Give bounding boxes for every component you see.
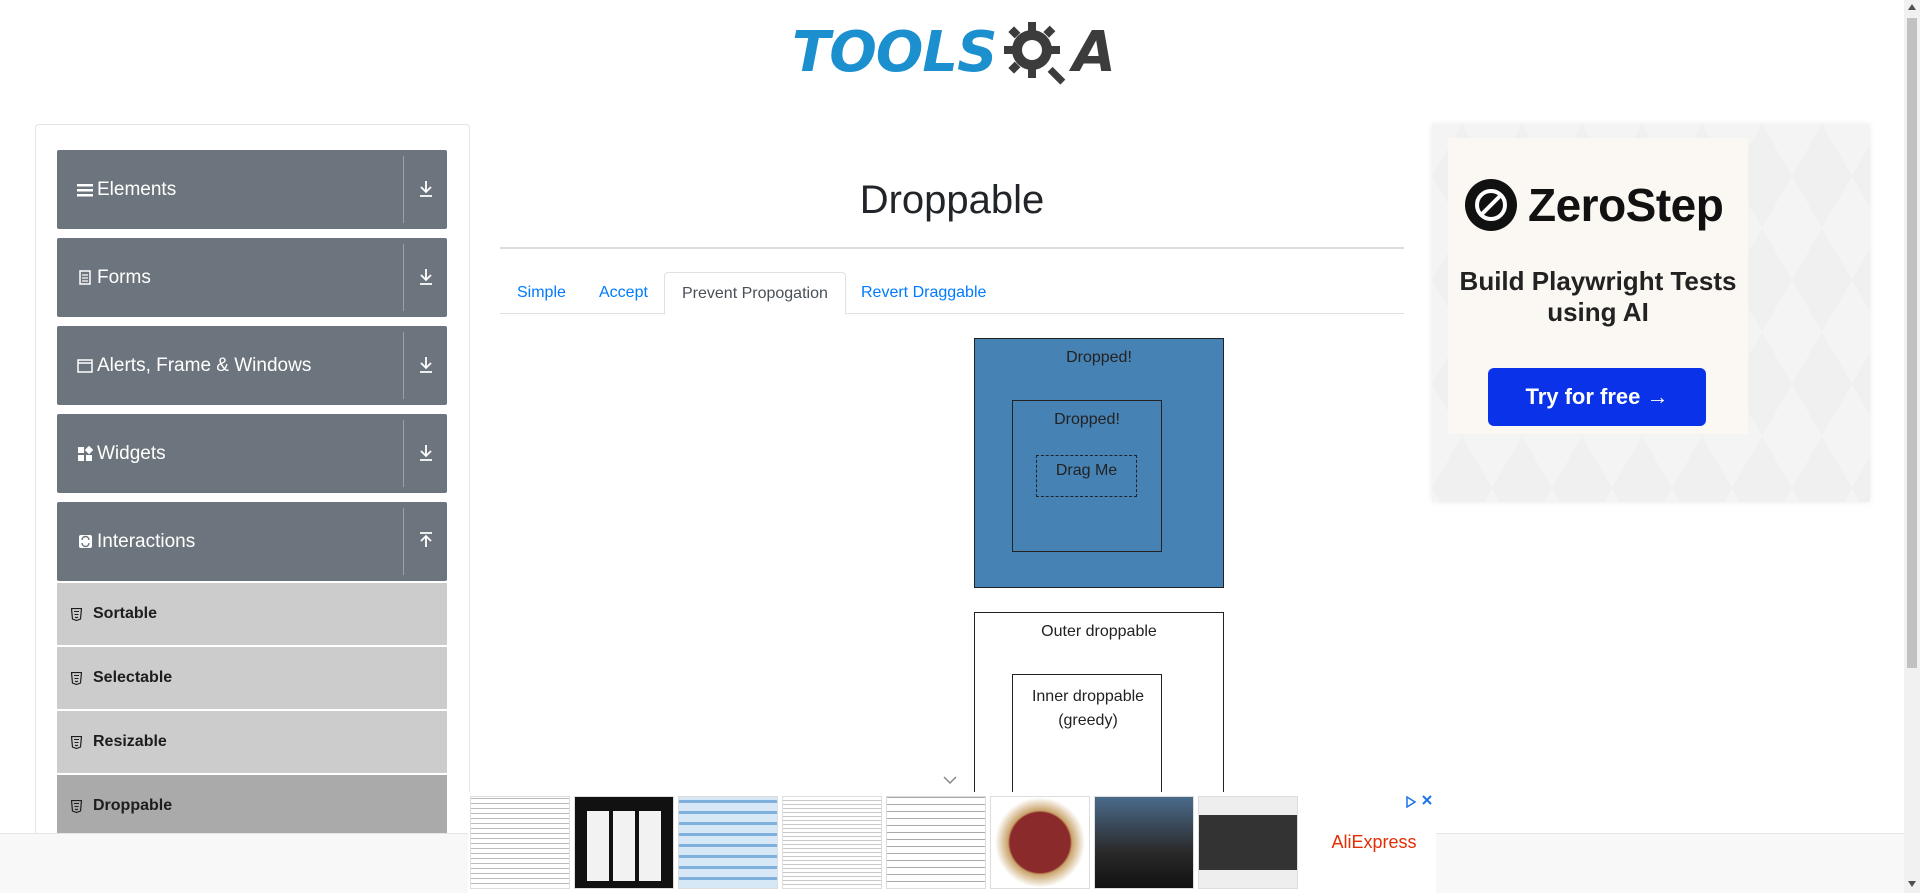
sidebar-item-label: Sortable <box>93 605 158 622</box>
ad-choices-icon[interactable] <box>1405 796 1417 808</box>
inner-droppable-label: Dropped! <box>1054 411 1120 428</box>
ad-brand-name: ZeroStep <box>1528 179 1724 231</box>
drag-me-box[interactable]: Drag Me <box>1036 455 1137 497</box>
scroll-down-arrow-icon[interactable] <box>1908 881 1916 887</box>
sidebar-group-label: Interactions <box>97 530 196 552</box>
html5-icon <box>71 671 85 685</box>
widgets-icon <box>75 445 95 462</box>
sidebar-item-label: Droppable <box>93 797 173 814</box>
divider <box>403 244 404 311</box>
aliexpress-logo[interactable]: AliExpress <box>1324 832 1424 853</box>
inner-droppable-greedy-label: Inner droppable (greedy) <box>1031 688 1145 729</box>
bottom-ad-banner[interactable]: AliExpress <box>468 792 1436 893</box>
sidebar-item-selectable[interactable]: Selectable <box>57 647 447 709</box>
html5-icon <box>71 799 85 813</box>
tab-prevent-propogation[interactable]: Prevent Propogation <box>664 272 846 315</box>
logo-suffix: A <box>1072 19 1116 85</box>
html5-icon <box>71 607 85 621</box>
ad-thumbnail-graphic <box>587 811 663 881</box>
outer-droppable-2-label: Outer droppable <box>1041 623 1157 640</box>
ad-brand: ZeroStep <box>1464 178 1724 232</box>
html5-icon <box>71 735 85 749</box>
sidebar-group-interactions[interactable]: Interactions <box>57 502 447 581</box>
ad-thumbnail[interactable] <box>886 796 986 889</box>
tab-simple[interactable]: Simple <box>500 272 583 314</box>
close-icon[interactable] <box>1421 794 1433 806</box>
ad-thumbnail[interactable] <box>990 796 1090 889</box>
sidebar: Elements Forms Alerts, Frame & Windows W… <box>35 124 470 893</box>
page: TOOLS A Elements Forms Alerts, Frame & W… <box>0 0 1920 893</box>
sidebar-group-label: Alerts, Frame & Windows <box>97 354 312 376</box>
download-arrow-icon[interactable] <box>417 442 435 464</box>
sidebar-group-elements[interactable]: Elements <box>57 150 447 229</box>
logo-text: TOOLS <box>792 19 997 85</box>
ad-thumbnail[interactable] <box>574 796 674 889</box>
download-arrow-icon[interactable] <box>417 354 435 376</box>
gear-magnifier-icon <box>1004 22 1066 85</box>
sidebar-group-label: Widgets <box>97 442 166 464</box>
ad-thumbnail[interactable] <box>1198 796 1298 889</box>
scrollbar-thumb[interactable] <box>1907 18 1917 668</box>
ad-thumbnail[interactable] <box>782 796 882 889</box>
hamburger-icon <box>75 183 95 197</box>
divider <box>403 156 404 223</box>
upload-arrow-icon[interactable] <box>417 530 435 552</box>
title-divider <box>500 247 1404 249</box>
sidebar-group-alerts[interactable]: Alerts, Frame & Windows <box>57 326 447 405</box>
sidebar-item-resizable[interactable]: Resizable <box>57 711 447 773</box>
sidebar-item-label: Resizable <box>93 733 167 750</box>
ad-thumbnail[interactable] <box>470 796 570 889</box>
sidebar-group-label: Elements <box>97 178 177 200</box>
toolsqa-logo[interactable]: TOOLS A <box>792 14 1116 90</box>
scroll-up-arrow-icon[interactable] <box>1908 4 1916 10</box>
ad-tagline: Build Playwright Tests using AI <box>1459 266 1737 327</box>
tab-bar: Simple Accept Prevent Propogation Revert… <box>500 272 1404 315</box>
zerostep-logo-icon <box>1465 179 1517 231</box>
ad-card: ZeroStep Build Playwright Tests using AI… <box>1448 138 1748 434</box>
ad-thumbnail[interactable] <box>678 796 778 889</box>
tab-revert-draggable[interactable]: Revert Draggable <box>844 272 1003 314</box>
try-for-free-button[interactable]: Try for free → <box>1488 368 1706 426</box>
vertical-scrollbar[interactable] <box>1904 0 1920 893</box>
interactions-icon <box>75 534 95 549</box>
divider <box>403 508 404 575</box>
tab-accept[interactable]: Accept <box>582 272 665 314</box>
ad-thumbnail[interactable] <box>1094 796 1194 889</box>
outer-droppable-label: Dropped! <box>1066 349 1132 366</box>
document-icon <box>75 270 95 285</box>
sidebar-item-label: Selectable <box>93 669 173 686</box>
sidebar-group-forms[interactable]: Forms <box>57 238 447 317</box>
divider <box>403 420 404 487</box>
chevron-down-icon[interactable] <box>942 774 958 786</box>
sidebar-item-sortable[interactable]: Sortable <box>57 583 447 645</box>
divider <box>403 332 404 399</box>
sidebar-group-widgets[interactable]: Widgets <box>57 414 447 493</box>
page-title: Droppable <box>859 178 1045 222</box>
sidebar-group-label: Forms <box>97 266 151 288</box>
window-icon <box>75 358 95 373</box>
download-arrow-icon[interactable] <box>417 178 435 200</box>
sidebar-item-droppable[interactable]: Droppable <box>57 775 447 837</box>
download-arrow-icon[interactable] <box>417 266 435 288</box>
zerostep-ad[interactable]: ZeroStep Build Playwright Tests using AI… <box>1432 124 1870 502</box>
